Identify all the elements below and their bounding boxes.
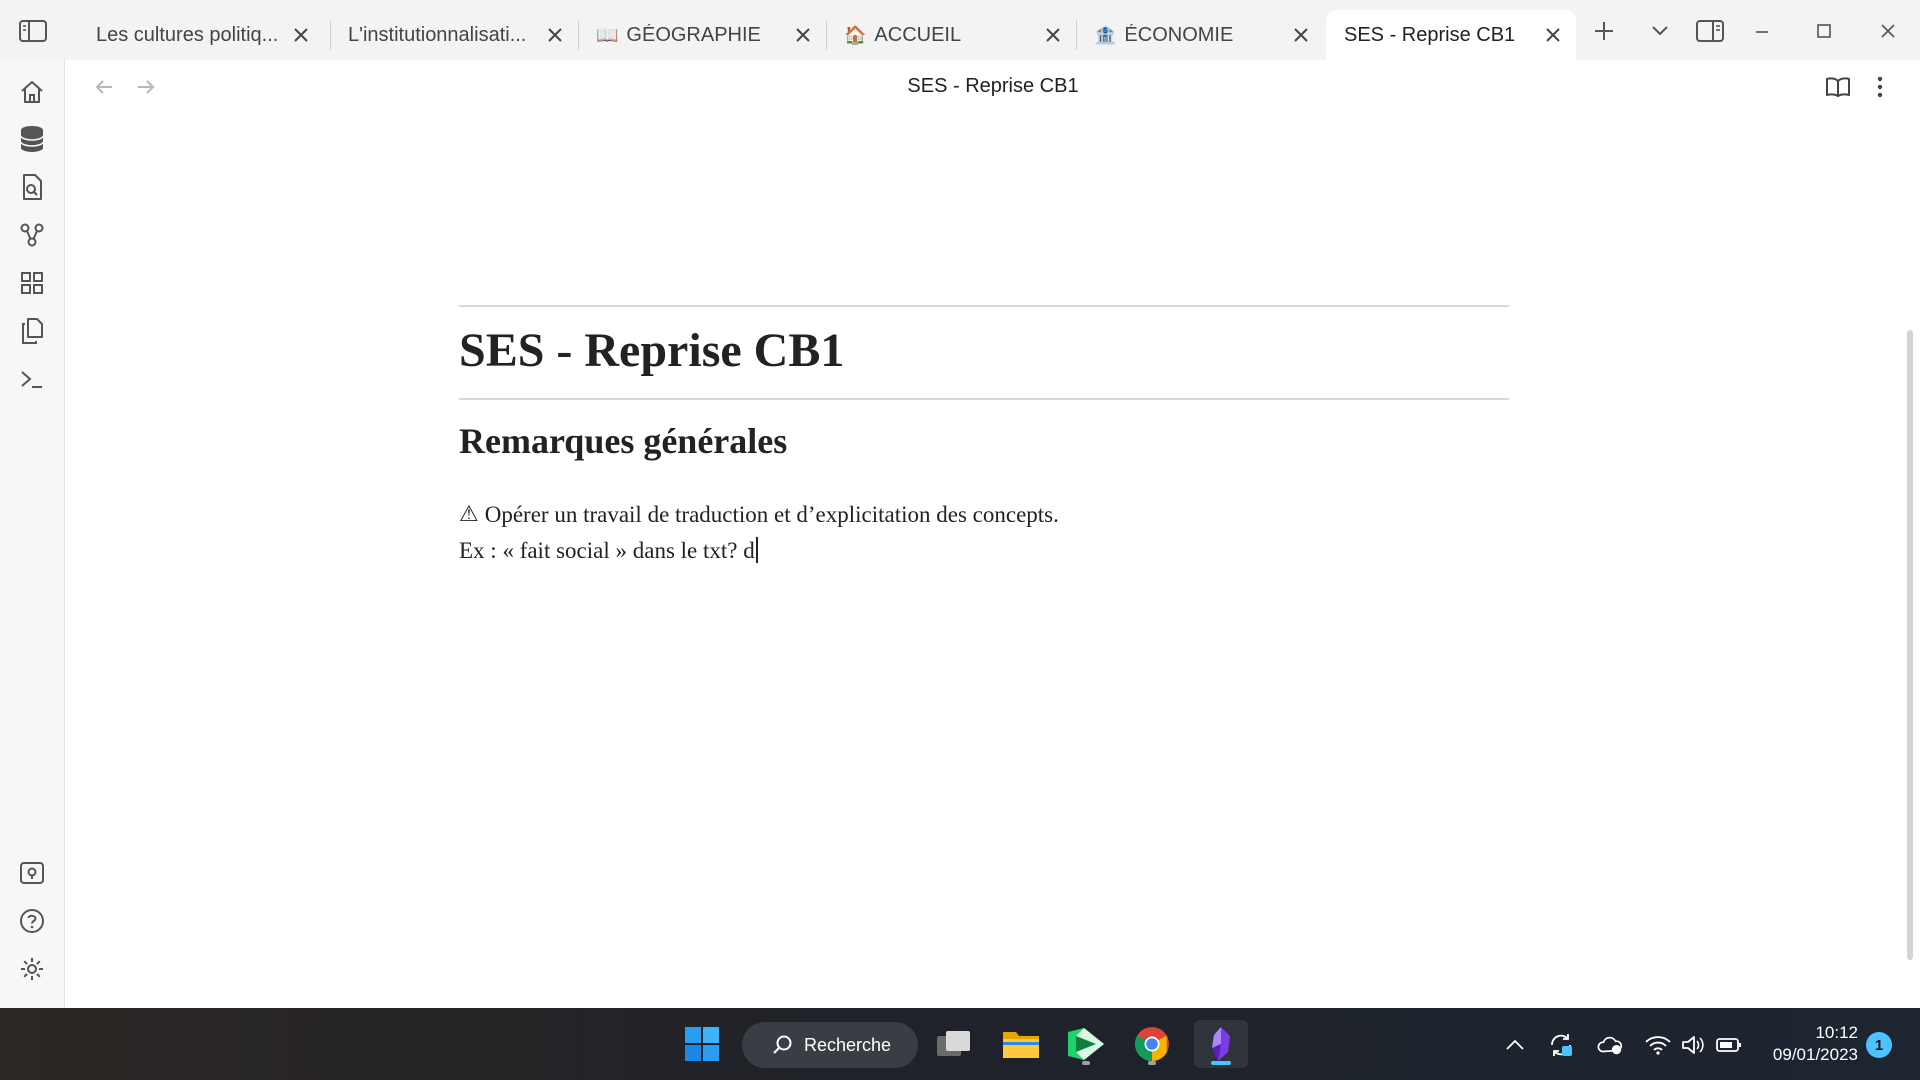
tab-geographie[interactable]: 📖 GÉOGRAPHIE: [578, 10, 826, 60]
active-app-indicator: [1211, 1061, 1231, 1065]
tab-economie[interactable]: 🏦 ÉCONOMIE: [1076, 10, 1324, 60]
book-icon: 📖: [596, 25, 619, 45]
volume-icon[interactable]: [1680, 1032, 1706, 1058]
reading-view-icon[interactable]: [1823, 72, 1853, 102]
obsidian-icon[interactable]: [1194, 1020, 1248, 1068]
app-green-icon[interactable]: [1062, 1020, 1110, 1068]
close-window-button[interactable]: [1872, 16, 1904, 46]
horizontal-rule: [459, 397, 1509, 400]
tab-label: SES - Reprise CB1: [1344, 24, 1532, 47]
sync-icon[interactable]: [1548, 1032, 1574, 1058]
home-icon[interactable]: [17, 77, 47, 107]
notification-badge[interactable]: 1: [1866, 1032, 1892, 1058]
terminal-icon[interactable]: [17, 364, 47, 394]
new-tab-button[interactable]: [1588, 16, 1620, 46]
sidebar-toggle-icon[interactable]: [18, 18, 48, 44]
maximize-icon: [1817, 24, 1831, 38]
view-header: SES - Reprise CB1: [66, 60, 1920, 114]
task-view-icon[interactable]: [930, 1020, 978, 1068]
horizontal-rule: [459, 305, 1509, 307]
tab-label: Les cultures politiq...: [96, 24, 280, 47]
tab-label: 🏠 ACCUEIL: [844, 24, 1032, 47]
tab-title: GÉOGRAPHIE: [626, 23, 761, 46]
copy-files-icon[interactable]: [17, 316, 47, 346]
tab-title: Les cultures politiq...: [96, 23, 279, 46]
vertical-scrollbar[interactable]: [1907, 330, 1913, 960]
chevron-up-icon[interactable]: [1502, 1032, 1528, 1058]
note-editor[interactable]: SES - Reprise CB1 Remarques générales ⚠ …: [459, 305, 1509, 569]
clock-date: 09/01/2023: [1772, 1045, 1858, 1064]
paragraph-text: Opérer un travail de traduction et d’exp…: [484, 502, 1059, 528]
tab-label: L'institutionnalisati...: [348, 24, 534, 47]
close-icon[interactable]: [1542, 24, 1564, 46]
system-clock[interactable]: 10:12 09/01/2023: [1748, 1022, 1858, 1066]
battery-icon[interactable]: [1716, 1032, 1742, 1058]
house-icon: 🏠: [844, 25, 867, 45]
left-ribbon: [0, 60, 65, 1008]
tab-bar: Les cultures politiq... L'institutionnal…: [0, 0, 1920, 60]
close-icon[interactable]: [290, 24, 312, 46]
close-icon[interactable]: [1042, 24, 1064, 46]
running-indicator: [1082, 1061, 1090, 1065]
split-view-button[interactable]: [1694, 16, 1726, 46]
windows-start-icon[interactable]: [678, 1020, 726, 1068]
search-icon: [773, 1035, 792, 1054]
layout-grid-icon[interactable]: [17, 268, 47, 298]
taskbar: Recherche 10:12 09/01/2023 1: [0, 1008, 1920, 1080]
tab-title: L'institutionnalisati...: [348, 23, 527, 46]
close-icon: [1881, 24, 1895, 38]
settings-icon[interactable]: [17, 954, 47, 984]
onedrive-icon[interactable]: [1597, 1032, 1623, 1058]
split-view-icon: [1696, 20, 1724, 42]
chrome-icon[interactable]: [1128, 1020, 1176, 1068]
note-paragraph[interactable]: Ex : « fait social » dans le txt? d: [459, 533, 1509, 569]
text-cursor: [755, 537, 758, 564]
database-icon[interactable]: [17, 124, 47, 154]
close-icon[interactable]: [1290, 24, 1312, 46]
warning-icon: ⚠: [459, 502, 479, 528]
vault-icon[interactable]: [17, 858, 47, 888]
chevron-down-icon: [1652, 26, 1668, 36]
tab-label: 📖 GÉOGRAPHIE: [596, 24, 782, 47]
tab-list-button[interactable]: [1644, 16, 1676, 46]
minimize-button[interactable]: [1746, 16, 1778, 46]
paragraph-text: Ex : « fait social » dans le txt? d: [459, 538, 755, 564]
tab-label: 🏦 ÉCONOMIE: [1094, 24, 1280, 47]
running-indicator: [1148, 1061, 1156, 1065]
tab-institutionnalisation[interactable]: L'institutionnalisati...: [330, 10, 578, 60]
wifi-icon[interactable]: [1645, 1032, 1671, 1058]
tab-title: SES - Reprise CB1: [1344, 23, 1516, 46]
clock-time: 10:12: [1815, 1023, 1858, 1042]
maximize-button[interactable]: [1808, 16, 1840, 46]
tab-title: ACCUEIL: [874, 23, 962, 46]
graph-icon[interactable]: [17, 220, 47, 250]
taskbar-search-box[interactable]: Recherche: [742, 1022, 918, 1068]
bank-icon: 🏦: [1094, 25, 1117, 45]
plus-icon: [1595, 22, 1613, 40]
tab-ses-reprise-cb1[interactable]: SES - Reprise CB1: [1326, 10, 1576, 60]
note-paragraph[interactable]: ⚠ Opérer un travail de traduction et d’e…: [459, 497, 1509, 533]
file-explorer-icon[interactable]: [997, 1020, 1045, 1068]
view-title[interactable]: SES - Reprise CB1: [66, 75, 1920, 98]
note-heading-1[interactable]: SES - Reprise CB1: [459, 324, 1509, 378]
search-label: Recherche: [804, 1034, 892, 1055]
more-options-icon[interactable]: [1865, 72, 1895, 102]
minimize-icon: [1756, 31, 1768, 33]
tab-les-cultures-politiques[interactable]: Les cultures politiq...: [78, 10, 324, 60]
tab-title: ÉCONOMIE: [1124, 23, 1234, 46]
note-heading-2[interactable]: Remarques générales: [459, 421, 1509, 462]
tab-accueil[interactable]: 🏠 ACCUEIL: [826, 10, 1076, 60]
help-icon[interactable]: [17, 906, 47, 936]
close-icon[interactable]: [544, 24, 566, 46]
close-icon[interactable]: [792, 24, 814, 46]
file-search-icon[interactable]: [17, 172, 47, 202]
